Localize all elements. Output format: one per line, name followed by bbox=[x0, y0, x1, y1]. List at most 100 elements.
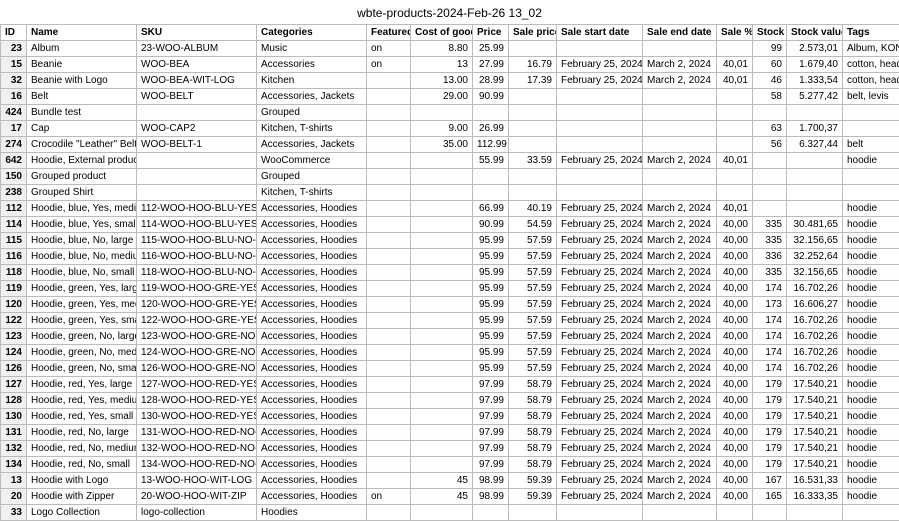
table-row[interactable]: 150Grouped productGrouped bbox=[1, 169, 899, 185]
cell-tags[interactable]: hoodie bbox=[843, 409, 899, 425]
cell-sale_end[interactable]: March 2, 2024 bbox=[643, 233, 717, 249]
table-row[interactable]: 33Logo Collectionlogo-collectionHoodies bbox=[1, 505, 899, 521]
cell-featured[interactable]: on bbox=[367, 41, 411, 57]
cell-categories[interactable]: Accessories, Hoodies bbox=[257, 441, 367, 457]
cell-featured[interactable] bbox=[367, 329, 411, 345]
cell-tags[interactable]: hoodie bbox=[843, 217, 899, 233]
cell-categories[interactable]: Accessories, Hoodies bbox=[257, 313, 367, 329]
cell-categories[interactable]: Accessories, Hoodies bbox=[257, 265, 367, 281]
cell-sale_price[interactable]: 58.79 bbox=[509, 393, 557, 409]
cell-categories[interactable]: Kitchen bbox=[257, 73, 367, 89]
cell-name[interactable]: Logo Collection bbox=[27, 505, 137, 521]
cell-categories[interactable]: Accessories, Jackets bbox=[257, 137, 367, 153]
cell-stock_value[interactable]: 1.679,40 bbox=[787, 57, 843, 73]
cell-name[interactable]: Beanie with Logo bbox=[27, 73, 137, 89]
cell-sku[interactable]: WOO-BEA bbox=[137, 57, 257, 73]
cell-sale_pct[interactable]: 40,00 bbox=[717, 297, 753, 313]
table-row[interactable]: 126Hoodie, green, No, small126-WOO-HOO-G… bbox=[1, 361, 899, 377]
cell-sku[interactable]: 118-WOO-HOO-BLU-NO-SMA bbox=[137, 265, 257, 281]
cell-sku[interactable]: 131-WOO-HOO-RED-NO-LAR bbox=[137, 425, 257, 441]
cell-sale_pct[interactable]: 40,00 bbox=[717, 441, 753, 457]
cell-sale_start[interactable]: February 25, 2024 bbox=[557, 281, 643, 297]
cell-sku[interactable]: 119-WOO-HOO-GRE-YES-LAR bbox=[137, 281, 257, 297]
cell-tags[interactable]: hoodie bbox=[843, 329, 899, 345]
cell-sale_start[interactable]: February 25, 2024 bbox=[557, 409, 643, 425]
cell-price[interactable]: 95.99 bbox=[473, 329, 509, 345]
cell-price[interactable]: 66.99 bbox=[473, 201, 509, 217]
cell-tags[interactable]: hoodie bbox=[843, 377, 899, 393]
cell-sale_pct[interactable] bbox=[717, 121, 753, 137]
cell-sale_start[interactable]: February 25, 2024 bbox=[557, 201, 643, 217]
cell-stock_value[interactable]: 32.156,65 bbox=[787, 233, 843, 249]
cell-sale_end[interactable]: March 2, 2024 bbox=[643, 249, 717, 265]
cell-name[interactable]: Hoodie, green, No, small bbox=[27, 361, 137, 377]
cell-sale_start[interactable]: February 25, 2024 bbox=[557, 473, 643, 489]
cell-id[interactable]: 122 bbox=[1, 313, 27, 329]
cell-cost[interactable] bbox=[411, 297, 473, 313]
cell-name[interactable]: Hoodie with Logo bbox=[27, 473, 137, 489]
cell-id[interactable]: 124 bbox=[1, 345, 27, 361]
cell-stock[interactable]: 63 bbox=[753, 121, 787, 137]
cell-sale_start[interactable] bbox=[557, 89, 643, 105]
cell-cost[interactable] bbox=[411, 393, 473, 409]
cell-id[interactable]: 23 bbox=[1, 41, 27, 57]
cell-stock[interactable] bbox=[753, 153, 787, 169]
cell-stock_value[interactable]: 16.333,35 bbox=[787, 489, 843, 505]
cell-cost[interactable] bbox=[411, 201, 473, 217]
table-row[interactable]: 127Hoodie, red, Yes, large127-WOO-HOO-RE… bbox=[1, 377, 899, 393]
cell-featured[interactable] bbox=[367, 361, 411, 377]
cell-categories[interactable]: Accessories, Jackets bbox=[257, 89, 367, 105]
cell-sale_end[interactable]: March 2, 2024 bbox=[643, 313, 717, 329]
cell-sale_start[interactable]: February 25, 2024 bbox=[557, 377, 643, 393]
cell-sale_end[interactable] bbox=[643, 137, 717, 153]
cell-price[interactable]: 90.99 bbox=[473, 217, 509, 233]
cell-sale_start[interactable] bbox=[557, 41, 643, 57]
cell-sale_pct[interactable] bbox=[717, 105, 753, 121]
cell-sale_start[interactable]: February 25, 2024 bbox=[557, 297, 643, 313]
cell-tags[interactable]: hoodie bbox=[843, 297, 899, 313]
cell-name[interactable]: Hoodie, blue, No, small bbox=[27, 265, 137, 281]
cell-categories[interactable]: Music bbox=[257, 41, 367, 57]
cell-stock_value[interactable]: 17.540,21 bbox=[787, 425, 843, 441]
cell-name[interactable]: Hoodie, red, Yes, small bbox=[27, 409, 137, 425]
cell-sale_end[interactable]: March 2, 2024 bbox=[643, 153, 717, 169]
table-row[interactable]: 131Hoodie, red, No, large131-WOO-HOO-RED… bbox=[1, 425, 899, 441]
cell-featured[interactable] bbox=[367, 441, 411, 457]
cell-stock_value[interactable]: 17.540,21 bbox=[787, 377, 843, 393]
cell-stock_value[interactable]: 17.540,21 bbox=[787, 393, 843, 409]
table-row[interactable]: 128Hoodie, red, Yes, medium128-WOO-HOO-R… bbox=[1, 393, 899, 409]
cell-price[interactable]: 97.99 bbox=[473, 425, 509, 441]
cell-tags[interactable] bbox=[843, 169, 899, 185]
col-sale-price[interactable]: Sale price bbox=[509, 25, 557, 41]
col-name[interactable]: Name bbox=[27, 25, 137, 41]
cell-sale_price[interactable]: 58.79 bbox=[509, 457, 557, 473]
col-price[interactable]: Price bbox=[473, 25, 509, 41]
cell-id[interactable]: 132 bbox=[1, 441, 27, 457]
cell-cost[interactable] bbox=[411, 249, 473, 265]
cell-sale_end[interactable]: March 2, 2024 bbox=[643, 57, 717, 73]
cell-sale_start[interactable]: February 25, 2024 bbox=[557, 313, 643, 329]
cell-sale_start[interactable]: February 25, 2024 bbox=[557, 441, 643, 457]
cell-categories[interactable]: Accessories bbox=[257, 57, 367, 73]
cell-stock[interactable]: 335 bbox=[753, 217, 787, 233]
cell-stock[interactable]: 335 bbox=[753, 233, 787, 249]
cell-categories[interactable]: WooCommerce bbox=[257, 153, 367, 169]
cell-price[interactable] bbox=[473, 185, 509, 201]
table-row[interactable]: 642Hoodie, External productWooCommerce55… bbox=[1, 153, 899, 169]
cell-sale_price[interactable] bbox=[509, 41, 557, 57]
cell-sale_start[interactable]: February 25, 2024 bbox=[557, 329, 643, 345]
cell-sale_end[interactable]: March 2, 2024 bbox=[643, 393, 717, 409]
cell-tags[interactable]: hoodie bbox=[843, 345, 899, 361]
cell-featured[interactable] bbox=[367, 393, 411, 409]
table-row[interactable]: 132Hoodie, red, No, medium132-WOO-HOO-RE… bbox=[1, 441, 899, 457]
cell-id[interactable]: 13 bbox=[1, 473, 27, 489]
cell-featured[interactable] bbox=[367, 169, 411, 185]
cell-sale_price[interactable]: 59.39 bbox=[509, 489, 557, 505]
cell-categories[interactable]: Accessories, Hoodies bbox=[257, 329, 367, 345]
cell-tags[interactable]: belt, levis bbox=[843, 89, 899, 105]
cell-tags[interactable]: Album, KONGE bbox=[843, 41, 899, 57]
table-row[interactable]: 238Grouped ShirtKitchen, T-shirts bbox=[1, 185, 899, 201]
cell-sale_end[interactable]: March 2, 2024 bbox=[643, 473, 717, 489]
cell-sale_pct[interactable]: 40,00 bbox=[717, 393, 753, 409]
cell-featured[interactable] bbox=[367, 457, 411, 473]
